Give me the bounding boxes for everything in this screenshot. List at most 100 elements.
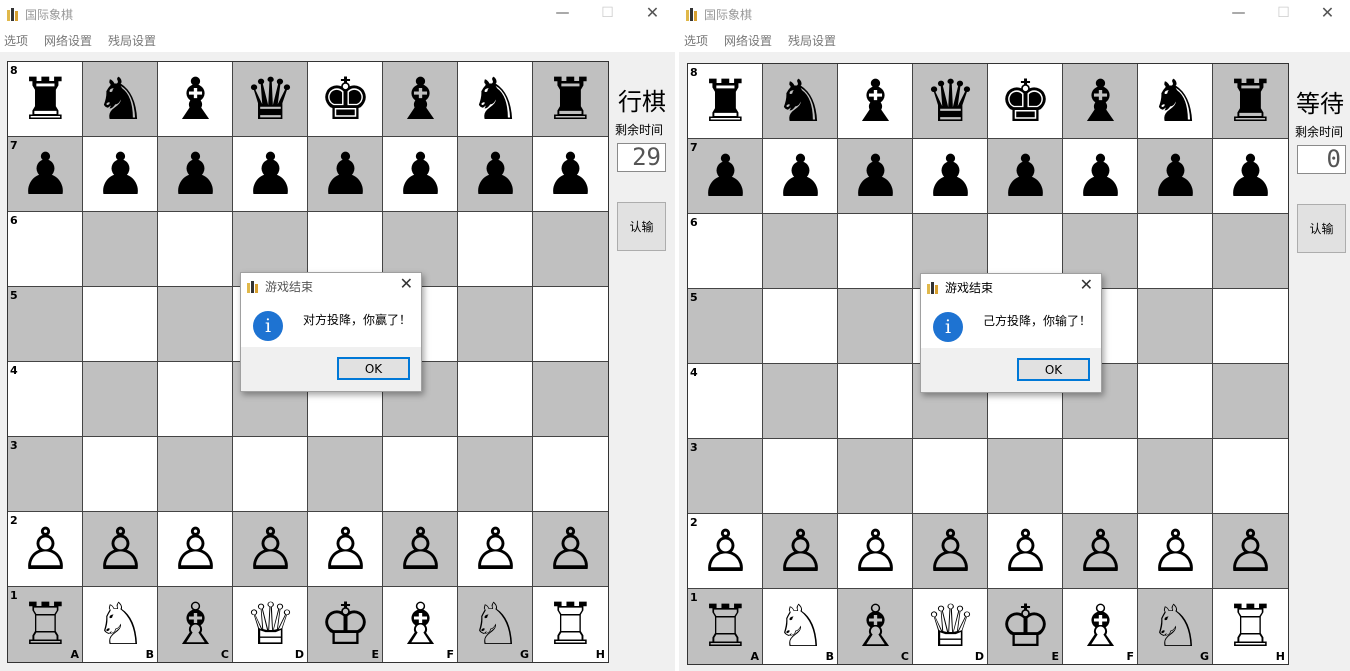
board-square[interactable]: ♙ (383, 512, 458, 587)
board-square[interactable]: 7 ♟ (8, 137, 83, 212)
board-square[interactable] (1138, 439, 1213, 514)
ok-button[interactable]: OK (1017, 358, 1090, 381)
board-square[interactable] (458, 287, 533, 362)
board-square[interactable]: ♛ (233, 62, 308, 137)
black-rook-piece[interactable]: ♜ (533, 62, 608, 136)
board-square[interactable]: ♜ (533, 62, 608, 137)
white-pawn-piece[interactable]: ♙ (988, 514, 1062, 588)
dialog-close-icon[interactable]: ✕ (400, 274, 413, 293)
white-pawn-piece[interactable]: ♙ (1138, 514, 1212, 588)
board-square[interactable]: 4 (8, 362, 83, 437)
black-bishop-piece[interactable]: ♝ (1063, 64, 1137, 138)
white-pawn-piece[interactable]: ♙ (158, 512, 232, 586)
white-pawn-piece[interactable]: ♙ (533, 512, 608, 586)
white-bishop-piece[interactable]: ♗ (1063, 589, 1137, 664)
white-pawn-piece[interactable]: ♙ (1213, 514, 1288, 588)
board-square[interactable]: E ♔ (308, 587, 383, 662)
black-knight-piece[interactable]: ♞ (458, 62, 532, 136)
board-square[interactable] (1213, 364, 1288, 439)
board-square[interactable] (1138, 364, 1213, 439)
board-square[interactable]: G ♘ (1138, 589, 1213, 664)
black-pawn-piece[interactable]: ♟ (913, 139, 987, 213)
board-square[interactable]: ♟ (233, 137, 308, 212)
board-square[interactable]: ♟ (988, 139, 1063, 214)
close-button[interactable]: ✕ (630, 0, 675, 28)
black-bishop-piece[interactable]: ♝ (383, 62, 457, 136)
board-square[interactable] (763, 364, 838, 439)
menu-network-settings[interactable]: 网络设置 (724, 32, 772, 49)
board-square[interactable]: 6 (688, 214, 763, 289)
black-rook-piece[interactable]: ♜ (8, 62, 82, 136)
black-bishop-piece[interactable]: ♝ (838, 64, 912, 138)
maximize-button[interactable]: ☐ (1261, 0, 1306, 28)
board-square[interactable] (1138, 214, 1213, 289)
black-bishop-piece[interactable]: ♝ (158, 62, 232, 136)
board-square[interactable] (763, 289, 838, 364)
board-square[interactable] (763, 214, 838, 289)
menu-endgame-settings[interactable]: 残局设置 (108, 32, 156, 49)
board-square[interactable]: 8 ♜ (688, 64, 763, 139)
ok-button[interactable]: OK (337, 357, 410, 380)
board-square[interactable]: 6 (8, 212, 83, 287)
board-square[interactable] (233, 437, 308, 512)
board-square[interactable]: ♙ (83, 512, 158, 587)
menu-options[interactable]: 选项 (4, 32, 28, 49)
board-square[interactable]: ♚ (308, 62, 383, 137)
board-square[interactable]: ♙ (1063, 514, 1138, 589)
board-square[interactable]: ♞ (763, 64, 838, 139)
black-king-piece[interactable]: ♚ (988, 64, 1062, 138)
black-pawn-piece[interactable]: ♟ (8, 137, 82, 211)
board-square[interactable]: 5 (8, 287, 83, 362)
white-bishop-piece[interactable]: ♗ (383, 587, 457, 662)
board-square[interactable] (913, 439, 988, 514)
board-square[interactable] (1213, 439, 1288, 514)
board-square[interactable]: 3 (688, 439, 763, 514)
black-pawn-piece[interactable]: ♟ (308, 137, 382, 211)
board-square[interactable]: 7 ♟ (688, 139, 763, 214)
board-square[interactable]: D ♕ (913, 589, 988, 664)
board-square[interactable] (308, 437, 383, 512)
board-square[interactable] (533, 437, 608, 512)
board-square[interactable] (158, 287, 233, 362)
board-square[interactable]: ♙ (763, 514, 838, 589)
board-square[interactable]: ♟ (1138, 139, 1213, 214)
board-square[interactable]: ♞ (458, 62, 533, 137)
white-bishop-piece[interactable]: ♗ (838, 589, 912, 664)
board-square[interactable]: ♜ (1213, 64, 1288, 139)
board-square[interactable] (838, 214, 913, 289)
black-pawn-piece[interactable]: ♟ (1138, 139, 1212, 213)
resign-button[interactable]: 认输 (617, 202, 666, 251)
board-square[interactable]: 2 ♙ (8, 512, 83, 587)
black-pawn-piece[interactable]: ♟ (688, 139, 762, 213)
board-square[interactable]: E ♔ (988, 589, 1063, 664)
black-pawn-piece[interactable]: ♟ (988, 139, 1062, 213)
dialog-close-icon[interactable]: ✕ (1080, 275, 1093, 294)
board-square[interactable] (458, 212, 533, 287)
white-pawn-piece[interactable]: ♙ (8, 512, 82, 586)
white-knight-piece[interactable]: ♘ (458, 587, 532, 662)
white-pawn-piece[interactable]: ♙ (83, 512, 157, 586)
white-rook-piece[interactable]: ♖ (1213, 589, 1288, 664)
black-queen-piece[interactable]: ♛ (233, 62, 307, 136)
white-king-piece[interactable]: ♔ (988, 589, 1062, 664)
board-square[interactable]: ♙ (458, 512, 533, 587)
board-square[interactable] (383, 437, 458, 512)
white-rook-piece[interactable]: ♖ (533, 587, 608, 662)
white-rook-piece[interactable]: ♖ (8, 587, 82, 662)
board-square[interactable]: ♟ (83, 137, 158, 212)
white-rook-piece[interactable]: ♖ (688, 589, 762, 664)
board-square[interactable] (1138, 289, 1213, 364)
board-square[interactable]: ♝ (1063, 64, 1138, 139)
black-pawn-piece[interactable]: ♟ (838, 139, 912, 213)
board-square[interactable]: ♙ (913, 514, 988, 589)
white-pawn-piece[interactable]: ♙ (838, 514, 912, 588)
board-square[interactable]: 5 (688, 289, 763, 364)
board-square[interactable]: H ♖ (1213, 589, 1288, 664)
white-pawn-piece[interactable]: ♙ (913, 514, 987, 588)
board-square[interactable] (533, 212, 608, 287)
board-square[interactable] (83, 287, 158, 362)
white-pawn-piece[interactable]: ♙ (688, 514, 762, 588)
board-square[interactable]: F ♗ (1063, 589, 1138, 664)
white-pawn-piece[interactable]: ♙ (233, 512, 307, 586)
board-square[interactable]: B ♘ (763, 589, 838, 664)
